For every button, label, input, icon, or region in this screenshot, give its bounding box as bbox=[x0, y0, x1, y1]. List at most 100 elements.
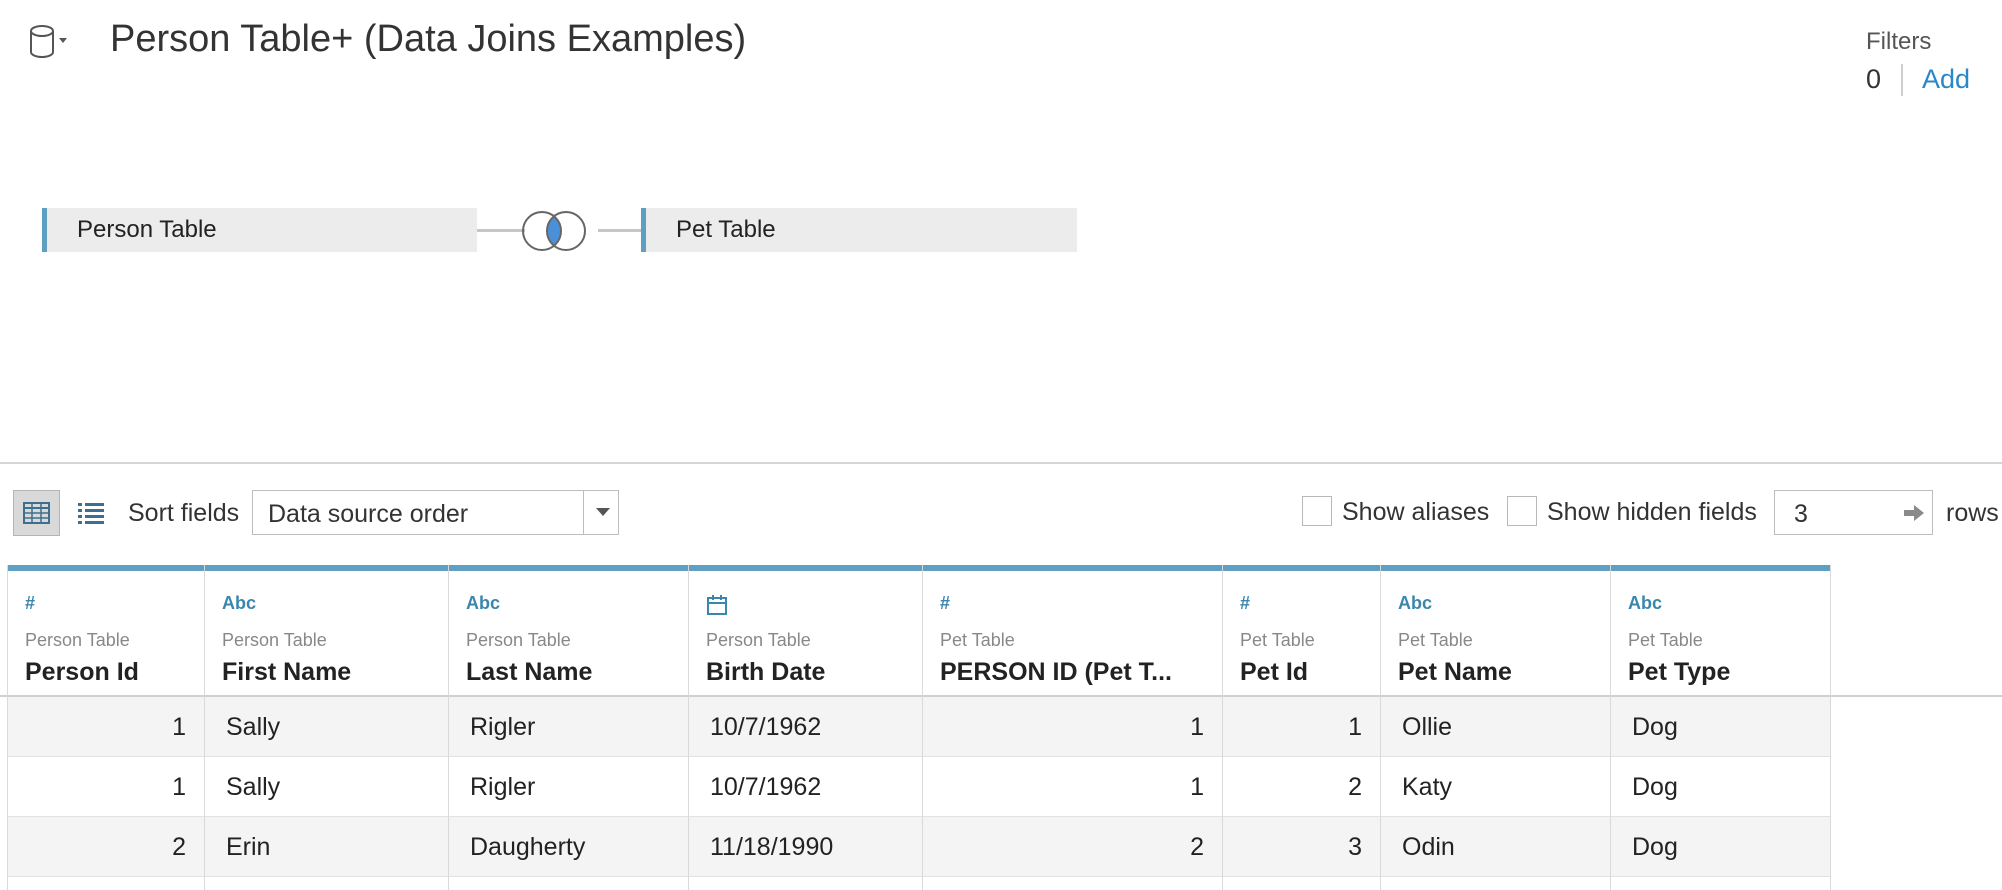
column-source-table: Person Table bbox=[466, 630, 571, 650]
column-5: # Pet Table Pet Id 1 2 3 bbox=[1222, 565, 1380, 890]
add-filter-link[interactable]: Add bbox=[1922, 64, 1970, 95]
column-1: Abc Person Table First Name Sally Sally Erin bbox=[204, 565, 448, 890]
rows-count-input[interactable]: 3 bbox=[1774, 490, 1933, 535]
right-table-label: Pet Table bbox=[676, 216, 776, 243]
column-name[interactable]: First Name bbox=[222, 658, 351, 687]
column-body: 112 bbox=[923, 697, 1222, 877]
table-cell[interactable]: Dog bbox=[1611, 757, 1830, 817]
column-header[interactable]: # Pet Table PERSON ID (Pet T... bbox=[923, 565, 1222, 695]
column-3: Person Table Birth Date 10/7/1962 10/7/1962… bbox=[688, 565, 922, 890]
table-cell[interactable]: Katy bbox=[1381, 757, 1610, 817]
chevron-down-icon bbox=[596, 508, 610, 516]
table-cell[interactable]: 1 bbox=[923, 697, 1222, 757]
column-name[interactable]: Birth Date bbox=[706, 658, 825, 687]
column-body: Rigler Rigler Daugherty bbox=[449, 697, 688, 877]
show-hidden-fields-label[interactable]: Show hidden fields bbox=[1547, 498, 1757, 527]
canvas-divider bbox=[0, 462, 2002, 464]
table-cell[interactable]: Daugherty bbox=[449, 817, 688, 877]
sort-fields-value: Data source order bbox=[268, 500, 469, 528]
column-name[interactable]: Pet Name bbox=[1398, 658, 1512, 687]
column-header[interactable]: # Pet Table Pet Id bbox=[1223, 565, 1380, 695]
column-source-table: Person Table bbox=[706, 630, 811, 650]
column-header[interactable]: Abc Person Table Last Name bbox=[449, 565, 688, 695]
sort-fields-label: Sort fields bbox=[128, 499, 240, 527]
column-7: Abc Pet Table Pet Type Dog Dog Dog bbox=[1610, 565, 1830, 890]
column-name[interactable]: Pet Id bbox=[1240, 658, 1308, 687]
column-header[interactable]: Person Table Birth Date bbox=[689, 565, 922, 695]
column-header[interactable]: Abc Pet Table Pet Name bbox=[1381, 565, 1610, 695]
column-name[interactable]: Pet Type bbox=[1628, 658, 1730, 687]
column-header[interactable]: Abc Pet Table Pet Type bbox=[1611, 565, 1830, 695]
join-connector-right bbox=[598, 229, 641, 232]
column-2: Abc Person Table Last Name Rigler Rigler Daug… bbox=[448, 565, 688, 890]
column-name[interactable]: Last Name bbox=[466, 658, 592, 687]
rows-label: rows bbox=[1946, 499, 1999, 527]
table-cell[interactable]: Dog bbox=[1611, 817, 1830, 877]
table-cell[interactable]: 1 bbox=[8, 697, 204, 757]
chevron-down-icon bbox=[59, 38, 67, 43]
table-cell[interactable]: Rigler bbox=[449, 757, 688, 817]
list-icon bbox=[78, 503, 104, 524]
table-cell[interactable]: 1 bbox=[923, 757, 1222, 817]
number-type-icon[interactable]: # bbox=[1240, 593, 1250, 614]
table-cell[interactable]: 1 bbox=[8, 757, 204, 817]
left-table-person[interactable]: Person Table bbox=[42, 208, 477, 252]
column-0: # Person Table Person Id 1 1 2 bbox=[7, 565, 204, 890]
number-type-icon[interactable]: # bbox=[25, 593, 35, 614]
column-4: # Pet Table PERSON ID (Pet T... 1 1 2 bbox=[922, 565, 1222, 890]
column-source-table: Pet Table bbox=[940, 630, 1015, 650]
left-table-label: Person Table bbox=[77, 216, 217, 243]
join-button[interactable] bbox=[520, 207, 600, 257]
column-header[interactable]: # Person Table Person Id bbox=[8, 565, 204, 695]
grid-view-button[interactable] bbox=[13, 490, 60, 536]
table-cell[interactable]: 10/7/1962 bbox=[689, 697, 922, 757]
column-source-table: Pet Table bbox=[1628, 630, 1703, 650]
calendar-icon bbox=[707, 595, 727, 615]
show-aliases-checkbox[interactable] bbox=[1302, 496, 1332, 526]
number-type-icon[interactable]: # bbox=[940, 593, 950, 614]
table-cell[interactable]: 2 bbox=[8, 817, 204, 877]
show-aliases-label[interactable]: Show aliases bbox=[1342, 498, 1489, 527]
column-header[interactable]: Abc Person Table First Name bbox=[205, 565, 448, 695]
table-cell[interactable]: Rigler bbox=[449, 697, 688, 757]
table-cell[interactable]: Odin bbox=[1381, 817, 1610, 877]
filters-divider bbox=[1901, 64, 1903, 96]
column-body: Dog Dog Dog bbox=[1611, 697, 1830, 877]
column-body: 123 bbox=[1223, 697, 1380, 877]
arrow-right-icon[interactable] bbox=[1903, 503, 1925, 523]
column-name[interactable]: Person Id bbox=[25, 658, 139, 687]
table-cell[interactable]: Ollie bbox=[1381, 697, 1610, 757]
table-cell[interactable]: 2 bbox=[923, 817, 1222, 877]
database-icon bbox=[30, 25, 67, 58]
page-title[interactable]: Person Table+ (Data Joins Examples) bbox=[110, 18, 746, 61]
filters-count: 0 bbox=[1866, 64, 1882, 94]
datasource-menu[interactable] bbox=[28, 22, 68, 62]
table-cell[interactable]: 1 bbox=[1223, 697, 1380, 757]
column-body: Sally Sally Erin bbox=[205, 697, 448, 877]
column-source-table: Person Table bbox=[25, 630, 130, 650]
join-connector-left bbox=[477, 229, 525, 232]
table-cell[interactable]: Erin bbox=[205, 817, 448, 877]
right-table-pet[interactable]: Pet Table bbox=[641, 208, 1077, 252]
string-type-icon[interactable]: Abc bbox=[1628, 593, 1662, 614]
filters-label: Filters bbox=[1866, 28, 1932, 55]
string-type-icon[interactable]: Abc bbox=[466, 593, 500, 614]
string-type-icon[interactable]: Abc bbox=[1398, 593, 1432, 614]
table-cell[interactable]: 11/18/1990 bbox=[689, 817, 922, 877]
table-cell[interactable]: Dog bbox=[1611, 697, 1830, 757]
column-name[interactable]: PERSON ID (Pet T... bbox=[940, 658, 1172, 687]
table-cell[interactable]: Sally bbox=[205, 757, 448, 817]
column-source-table: Person Table bbox=[222, 630, 327, 650]
show-hidden-fields-checkbox[interactable] bbox=[1507, 496, 1537, 526]
list-view-button[interactable] bbox=[76, 498, 106, 528]
table-cell[interactable]: Sally bbox=[205, 697, 448, 757]
table-cell[interactable]: 2 bbox=[1223, 757, 1380, 817]
select-divider bbox=[583, 491, 584, 534]
table-cell[interactable]: 3 bbox=[1223, 817, 1380, 877]
table-cell[interactable]: 10/7/1962 bbox=[689, 757, 922, 817]
string-type-icon[interactable]: Abc bbox=[222, 593, 256, 614]
column-source-table: Pet Table bbox=[1398, 630, 1473, 650]
inner-join-venn-icon bbox=[522, 211, 586, 251]
rows-count-value: 3 bbox=[1794, 500, 1808, 528]
sort-fields-select[interactable]: Data source order bbox=[252, 490, 619, 535]
